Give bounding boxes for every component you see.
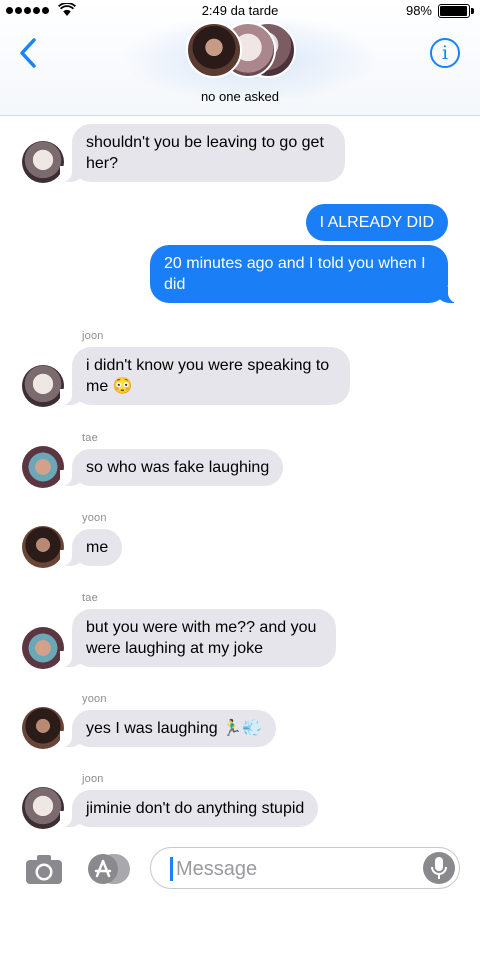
outgoing-message[interactable]: I ALREADY DID xyxy=(305,204,448,241)
info-button[interactable]: i xyxy=(430,38,460,68)
incoming-message[interactable]: so who was fake laughing xyxy=(59,449,284,486)
microphone-icon xyxy=(431,857,447,879)
avatar[interactable] xyxy=(22,446,64,488)
message-text: so who was fake laughing xyxy=(86,459,270,476)
message-text: I ALREADY DID xyxy=(319,214,434,231)
incoming-message[interactable]: shouldn't you be leaving to go get her? xyxy=(60,124,345,182)
compose-bar: Message xyxy=(0,838,480,896)
battery-tip xyxy=(471,8,474,14)
back-button[interactable] xyxy=(16,36,44,70)
message-text: yes I was laughing 🏃‍♂️💨 xyxy=(86,720,262,737)
message-text: me xyxy=(86,539,109,556)
sender-name: yoon xyxy=(82,512,107,524)
battery-percent: 98% xyxy=(405,3,432,18)
chevron-left-icon xyxy=(20,38,36,68)
avatar[interactable] xyxy=(22,787,64,829)
sender-name: joon xyxy=(82,773,104,785)
message-text: jiminie don't do anything stupid xyxy=(86,800,305,817)
message-text: but you were with me?? and you were laug… xyxy=(86,619,317,657)
incoming-message[interactable]: yes I was laughing 🏃‍♂️💨 xyxy=(60,710,276,747)
app-store-icon xyxy=(88,854,130,884)
sender-name: tae xyxy=(82,432,98,444)
outgoing-message[interactable]: 20 minutes ago and I told you when I did xyxy=(150,245,460,303)
incoming-message[interactable]: jiminie don't do anything stupid xyxy=(59,790,319,827)
avatar[interactable] xyxy=(22,627,64,669)
camera-button[interactable] xyxy=(26,854,62,884)
sender-name: joon xyxy=(82,330,104,342)
message-text: i didn't know you were speaking to me 😳 xyxy=(86,357,330,395)
message-text: shouldn't you be leaving to go get her? xyxy=(86,134,324,172)
info-icon: i xyxy=(441,42,449,64)
incoming-message[interactable]: i didn't know you were speaking to me 😳 xyxy=(60,347,350,405)
avatar[interactable] xyxy=(22,141,64,183)
avatar[interactable] xyxy=(22,707,64,749)
camera-icon xyxy=(26,855,62,884)
incoming-message[interactable]: me xyxy=(59,529,123,566)
status-bar: 2:49 da tarde 98% xyxy=(0,0,480,22)
group-member-avatar xyxy=(186,22,242,78)
apps-button[interactable] xyxy=(88,854,130,884)
battery-level xyxy=(440,6,468,16)
sender-name: tae xyxy=(82,592,98,604)
avatar[interactable] xyxy=(22,365,64,407)
incoming-message[interactable]: but you were with me?? and you were laug… xyxy=(60,609,336,667)
text-caret xyxy=(170,857,173,881)
message-text: 20 minutes ago and I told you when I did xyxy=(164,255,426,293)
avatar[interactable] xyxy=(22,526,64,568)
microphone-button[interactable] xyxy=(423,852,455,884)
battery-icon xyxy=(438,4,470,18)
message-placeholder: Message xyxy=(176,858,258,880)
group-avatar-stack[interactable] xyxy=(186,22,298,80)
sender-name: yoon xyxy=(82,693,107,705)
group-name[interactable]: no one asked xyxy=(0,89,480,104)
